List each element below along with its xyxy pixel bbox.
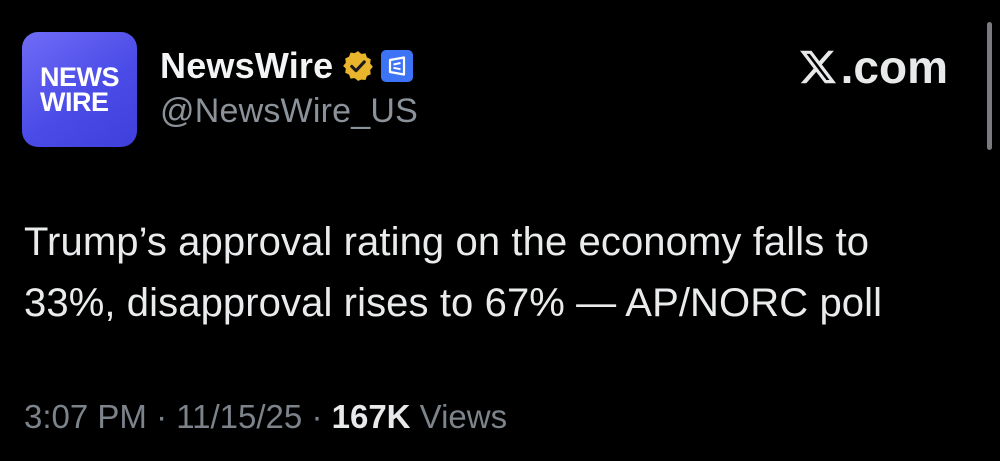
scrollbar[interactable] [987, 22, 992, 150]
site-label[interactable]: .com [798, 40, 948, 94]
verified-badge-icon[interactable] [341, 49, 375, 83]
post-text-line-1: Trump’s approval rating on the economy f… [24, 220, 870, 264]
x-logo-icon [799, 50, 836, 84]
meta-separator: · [156, 398, 168, 435]
post-time[interactable]: 3:07 PM [24, 398, 147, 435]
avatar[interactable]: NEWS WIRE [22, 32, 137, 147]
account-handle[interactable]: @NewsWire_US [160, 92, 418, 131]
post-text: Trump’s approval rating on the economy f… [24, 212, 974, 334]
avatar-text-wire: WIRE [40, 86, 109, 117]
views-count[interactable]: 167K [332, 398, 411, 435]
affiliate-badge-icon[interactable] [381, 50, 414, 82]
post-meta: 3:07 PM · 11/15/25 · 167K Views [24, 398, 507, 436]
author-name-row: NewsWire [160, 44, 414, 88]
post-date[interactable]: 11/15/25 [176, 398, 302, 435]
site-domain-text: .com [840, 41, 948, 93]
post-text-line-2: 33%, disapproval rises to 67% — AP/NORC … [24, 281, 883, 325]
views-label: Views [419, 398, 508, 435]
display-name[interactable]: NewsWire [160, 45, 333, 87]
meta-separator: · [311, 398, 323, 435]
avatar-text-news: NEWS [40, 61, 120, 92]
